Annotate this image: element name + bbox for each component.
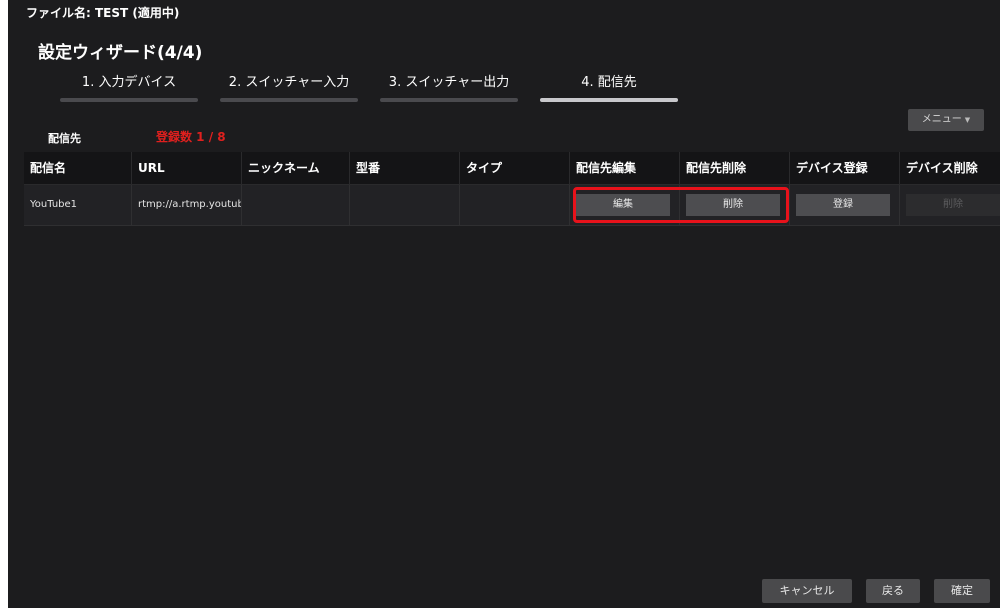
tab-step-1-input-device[interactable]: 1. 入力デバイス — [60, 74, 198, 104]
step-progress-bar — [380, 98, 518, 102]
tab-step-4-destination[interactable]: 4. 配信先 — [540, 74, 678, 104]
tab-step-3-switcher-output[interactable]: 3. スイッチャー出力 — [380, 74, 518, 104]
destination-section-label: 配信先 — [48, 132, 81, 145]
column-header-model: 型番 — [350, 152, 460, 184]
menu-button[interactable]: メニュー ▼ — [908, 109, 984, 131]
step-label: 1. 入力デバイス — [81, 75, 177, 90]
confirm-button[interactable]: 確定 — [934, 579, 990, 603]
cell-name: YouTube1 — [24, 185, 132, 225]
cell-url: rtmp://a.rtmp.youtube.com/live2 — [132, 185, 242, 225]
app-window: ファイル名: TEST (適用中) 設定ウィザード(4/4) 1. 入力デバイス… — [8, 0, 1000, 608]
device-delete-button[interactable]: 削除 — [906, 194, 1000, 216]
column-header-device-register: デバイス登録 — [790, 152, 900, 184]
column-header-edit: 配信先編集 — [570, 152, 680, 184]
step-progress-bar-active — [540, 98, 678, 102]
cell-nickname — [242, 185, 350, 225]
delete-button[interactable]: 削除 — [686, 194, 780, 216]
column-header-device-delete: デバイス削除 — [906, 161, 978, 175]
step-progress-bar — [220, 98, 358, 102]
cell-model — [350, 185, 460, 225]
device-register-button[interactable]: 登録 — [796, 194, 890, 216]
cell-delete: 削除 — [680, 185, 790, 225]
table-header: 配信名 URL ニックネーム 型番 タイプ 配信先編集 配信先削除 デバイス登録… — [24, 152, 1000, 185]
step-progress-bar — [60, 98, 198, 102]
cell-type — [460, 185, 570, 225]
edit-button[interactable]: 編集 — [576, 194, 670, 216]
column-header-name: 配信名 — [24, 152, 132, 184]
registered-count: 登録数 1 / 8 — [156, 130, 226, 144]
column-header-delete: 配信先削除 — [680, 152, 790, 184]
cell-device-delete: 削除 — [900, 185, 1000, 225]
page-title: 設定ウィザード(4/4) — [38, 43, 203, 63]
file-title: ファイル名: TEST (適用中) — [26, 6, 180, 20]
tab-step-2-switcher-input[interactable]: 2. スイッチャー入力 — [220, 74, 358, 104]
column-header-url: URL — [132, 152, 242, 184]
cancel-button[interactable]: キャンセル — [762, 579, 852, 603]
column-header-type: タイプ — [460, 152, 570, 184]
back-button[interactable]: 戻る — [866, 579, 920, 603]
chevron-down-icon: ▼ — [964, 116, 971, 124]
cell-edit: 編集 — [570, 185, 680, 225]
column-header-nickname: ニックネーム — [242, 152, 350, 184]
menu-button-label: メニュー — [921, 114, 962, 125]
table-row: YouTube1 rtmp://a.rtmp.youtube.com/live2… — [24, 185, 1000, 226]
destination-table: 配信名 URL ニックネーム 型番 タイプ 配信先編集 配信先削除 デバイス登録… — [24, 152, 1000, 226]
step-label: 2. スイッチャー入力 — [228, 75, 350, 90]
step-label: 4. 配信先 — [581, 75, 637, 90]
step-label: 3. スイッチャー出力 — [388, 75, 510, 90]
cell-device-register: 登録 — [790, 185, 900, 225]
